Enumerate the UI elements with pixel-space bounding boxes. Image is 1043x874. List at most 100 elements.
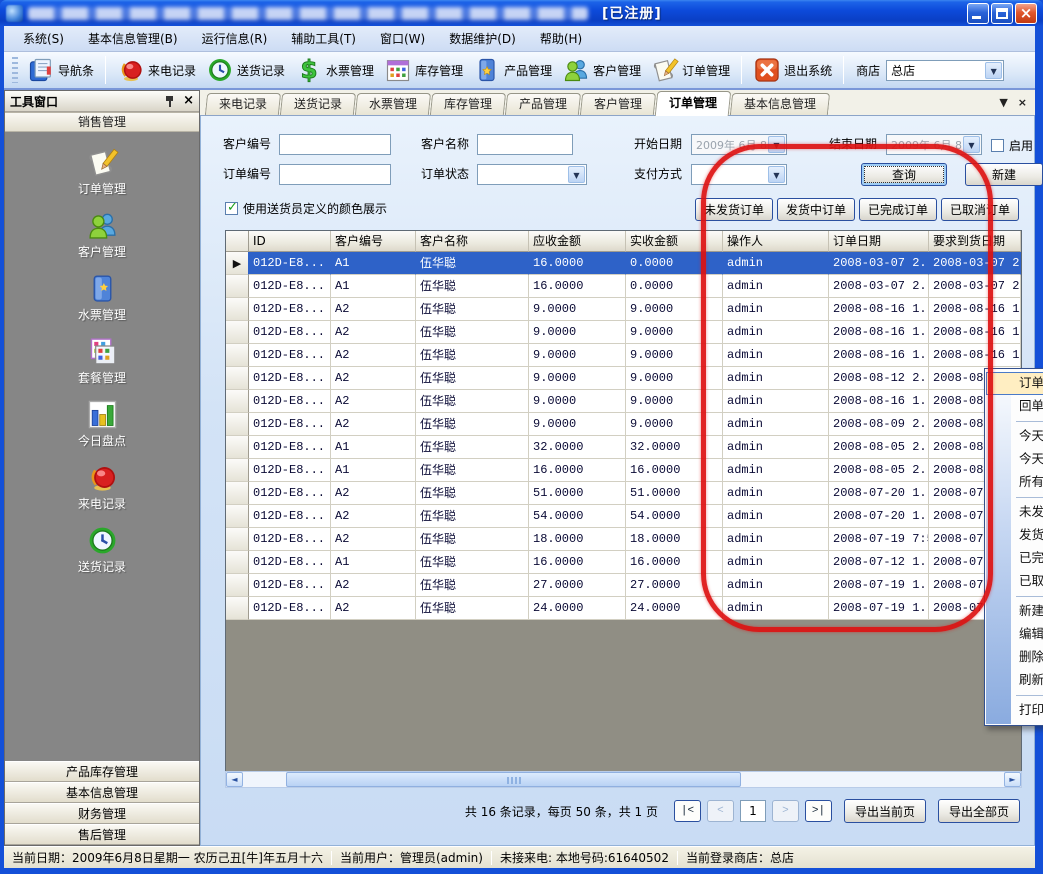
table-row[interactable]: 012D-E8...A2伍华聪27.000027.0000admin2008-0… <box>226 574 1021 597</box>
row-selector-cell[interactable] <box>226 275 249 298</box>
tab-产品管理[interactable]: 产品管理 <box>505 93 581 115</box>
row-selector-cell[interactable] <box>226 482 249 505</box>
toolbar-button-product-card[interactable]: 产品管理 <box>468 54 557 86</box>
column-header-ID[interactable]: ID <box>249 231 331 252</box>
menubar-item-基本信息管理[interactable]: 基本信息管理(B) <box>77 27 189 50</box>
tab-基本信息管理[interactable]: 基本信息管理 <box>730 93 830 115</box>
column-header-订单日期[interactable]: 订单日期 <box>829 231 929 252</box>
export-all-pages-button[interactable]: 导出全部页 <box>938 799 1020 823</box>
column-header-要求到货日期[interactable]: 要求到货日期 <box>929 231 1021 252</box>
last-page-button[interactable]: >| <box>805 800 832 822</box>
sidebar-item-ticket-card[interactable]: 水票管理 <box>5 272 199 335</box>
scrollbar-thumb[interactable] <box>286 772 741 787</box>
tab-来电记录[interactable]: 来电记录 <box>205 93 281 115</box>
context-menu-item-新建[interactable]: 新建(N) <box>986 600 1043 623</box>
sidebar-section-bar[interactable]: 售后管理 <box>5 824 199 845</box>
row-selector-cell[interactable] <box>226 459 249 482</box>
column-header-客户编号[interactable]: 客户编号 <box>331 231 416 252</box>
sidebar-section-sales[interactable]: 销售管理 <box>5 112 199 132</box>
table-row[interactable]: ▶012D-E8...A1伍华聪16.00000.0000admin2008-0… <box>226 252 1021 275</box>
start-date-dropdown-icon[interactable]: ▼ <box>768 136 785 153</box>
pin-icon[interactable] <box>165 95 175 107</box>
menubar-item-数据维护[interactable]: 数据维护(D) <box>438 27 527 50</box>
context-menu-item-所有的订单[interactable]: 所有的订单(A) <box>986 471 1043 494</box>
context-menu-item-已取消订单[interactable]: 已取消订单(U) <box>986 570 1043 593</box>
toolbar-button-customers-people[interactable]: 客户管理 <box>557 54 646 86</box>
toolbar-grip[interactable] <box>12 57 18 83</box>
menubar-item-运行信息[interactable]: 运行信息(R) <box>191 27 279 50</box>
new-button[interactable]: 新建 <box>965 163 1043 186</box>
context-menu-item-发货中订单[interactable]: 发货中订单(I) <box>986 524 1043 547</box>
row-selector-cell[interactable] <box>226 367 249 390</box>
toolbar-button-order-scroll[interactable]: 订单管理 <box>646 54 735 86</box>
table-row[interactable]: 012D-E8...A1伍华聪32.000032.0000admin2008-0… <box>226 436 1021 459</box>
status-filter-button-3[interactable]: 已完成订单 <box>859 198 937 221</box>
table-row[interactable]: 012D-E8...A2伍华聪9.00009.0000admin2008-08-… <box>226 367 1021 390</box>
enable-checkbox-box[interactable] <box>991 139 1004 152</box>
sidebar-item-chart-bars[interactable]: 今日盘点 <box>5 398 199 461</box>
row-selector-cell[interactable] <box>226 390 249 413</box>
table-row[interactable]: 012D-E8...A2伍华聪9.00009.0000admin2008-08-… <box>226 344 1021 367</box>
order-status-select[interactable]: ▼ <box>477 164 587 185</box>
column-header-实收金额[interactable]: 实收金额 <box>626 231 723 252</box>
grid-horizontal-scrollbar[interactable]: ◄ ► <box>225 771 1022 788</box>
tab-送货记录[interactable]: 送货记录 <box>280 93 356 115</box>
payment-select[interactable]: ▼ <box>691 164 787 185</box>
minimize-button[interactable] <box>967 3 989 24</box>
context-menu-item-已完成订单[interactable]: 已完成订单(D) <box>986 547 1043 570</box>
context-menu-item-回单确认[interactable]: 回单确认(C) <box>986 395 1043 418</box>
context-menu-item-删除选定项[interactable]: 删除选定项(D) <box>986 646 1043 669</box>
tab-订单管理[interactable]: 订单管理 <box>655 91 732 116</box>
end-date-dropdown-icon[interactable]: ▼ <box>963 136 980 153</box>
customer-no-input[interactable] <box>279 134 391 155</box>
table-row[interactable]: 012D-E8...A2伍华聪51.000051.0000admin2008-0… <box>226 482 1021 505</box>
end-date-picker[interactable]: 2009年 6月 8日 ▼ <box>886 134 982 155</box>
toolbar-button-navbar-book[interactable]: 导航条 <box>22 54 99 86</box>
table-row[interactable]: 012D-E8...A2伍华聪9.00009.0000admin2008-08-… <box>226 390 1021 413</box>
row-selector-cell[interactable] <box>226 574 249 597</box>
first-page-button[interactable]: |< <box>674 800 701 822</box>
sidebar-item-call-bell[interactable]: 来电记录 <box>5 461 199 524</box>
maximize-button[interactable] <box>991 3 1013 24</box>
context-menu-item-今天的订单[interactable]: 今天的订单(T) <box>986 425 1043 448</box>
row-selector-cell[interactable] <box>226 597 249 620</box>
context-menu-item-今天的发货订单[interactable]: 今天的发货订单(O) <box>986 448 1043 471</box>
payment-dropdown-icon[interactable]: ▼ <box>768 166 785 183</box>
order-no-input[interactable] <box>279 164 391 185</box>
table-row[interactable]: 012D-E8...A2伍华聪9.00009.0000admin2008-08-… <box>226 413 1021 436</box>
context-menu-item-打印列表[interactable]: 打印列表(P) <box>986 699 1043 722</box>
next-page-button[interactable]: > <box>772 800 799 822</box>
close-button[interactable]: × <box>1015 3 1037 24</box>
customer-name-input[interactable] <box>477 134 573 155</box>
tab-库存管理[interactable]: 库存管理 <box>430 93 506 115</box>
scroll-right-icon[interactable]: ► <box>1004 772 1021 787</box>
export-current-page-button[interactable]: 导出当前页 <box>844 799 926 823</box>
sidebar-section-bar[interactable]: 产品库存管理 <box>5 761 199 782</box>
table-row[interactable]: 012D-E8...A1伍华聪16.00000.0000admin2008-03… <box>226 275 1021 298</box>
table-row[interactable]: 012D-E8...A2伍华聪18.000018.0000admin2008-0… <box>226 528 1021 551</box>
menubar-item-辅助工具[interactable]: 辅助工具(T) <box>280 27 367 50</box>
row-selector-cell[interactable] <box>226 413 249 436</box>
sidebar-section-bar[interactable]: 财务管理 <box>5 803 199 824</box>
row-selector-cell[interactable] <box>226 321 249 344</box>
context-menu-item-刷新列表[interactable]: 刷新列表(R) <box>986 669 1043 692</box>
sidebar-item-package-grid[interactable]: 套餐管理 <box>5 335 199 398</box>
table-row[interactable]: 012D-E8...A2伍华聪9.00009.0000admin2008-08-… <box>226 298 1021 321</box>
menubar-item-帮助[interactable]: 帮助(H) <box>529 27 593 50</box>
query-button[interactable]: 查询 <box>861 163 947 186</box>
toolbar-button-exit[interactable]: 退出系统 <box>748 54 837 86</box>
sidebar-item-order-scroll[interactable]: 订单管理 <box>5 146 199 209</box>
order-status-dropdown-icon[interactable]: ▼ <box>568 166 585 183</box>
context-menu-item-订单发货[interactable]: 订单发货(S) <box>986 372 1043 395</box>
table-row[interactable]: 012D-E8...A2伍华聪9.00009.0000admin2008-08-… <box>226 321 1021 344</box>
status-filter-button-1[interactable]: 未发货订单 <box>695 198 773 221</box>
menubar-item-窗口[interactable]: 窗口(W) <box>369 27 436 50</box>
scroll-left-icon[interactable]: ◄ <box>226 772 243 787</box>
table-row[interactable]: 012D-E8...A2伍华聪24.000024.0000admin2008-0… <box>226 597 1021 620</box>
column-header-操作人[interactable]: 操作人 <box>723 231 829 252</box>
prev-page-button[interactable]: < <box>707 800 734 822</box>
row-selector-cell[interactable]: ▶ <box>226 252 249 275</box>
enable-checkbox[interactable]: 启用 <box>991 137 1033 154</box>
deliveryman-color-checkbox[interactable]: 使用送货员定义的颜色展示 <box>225 200 387 217</box>
context-menu-item-未发货订单[interactable]: 未发货订单(N) <box>986 501 1043 524</box>
